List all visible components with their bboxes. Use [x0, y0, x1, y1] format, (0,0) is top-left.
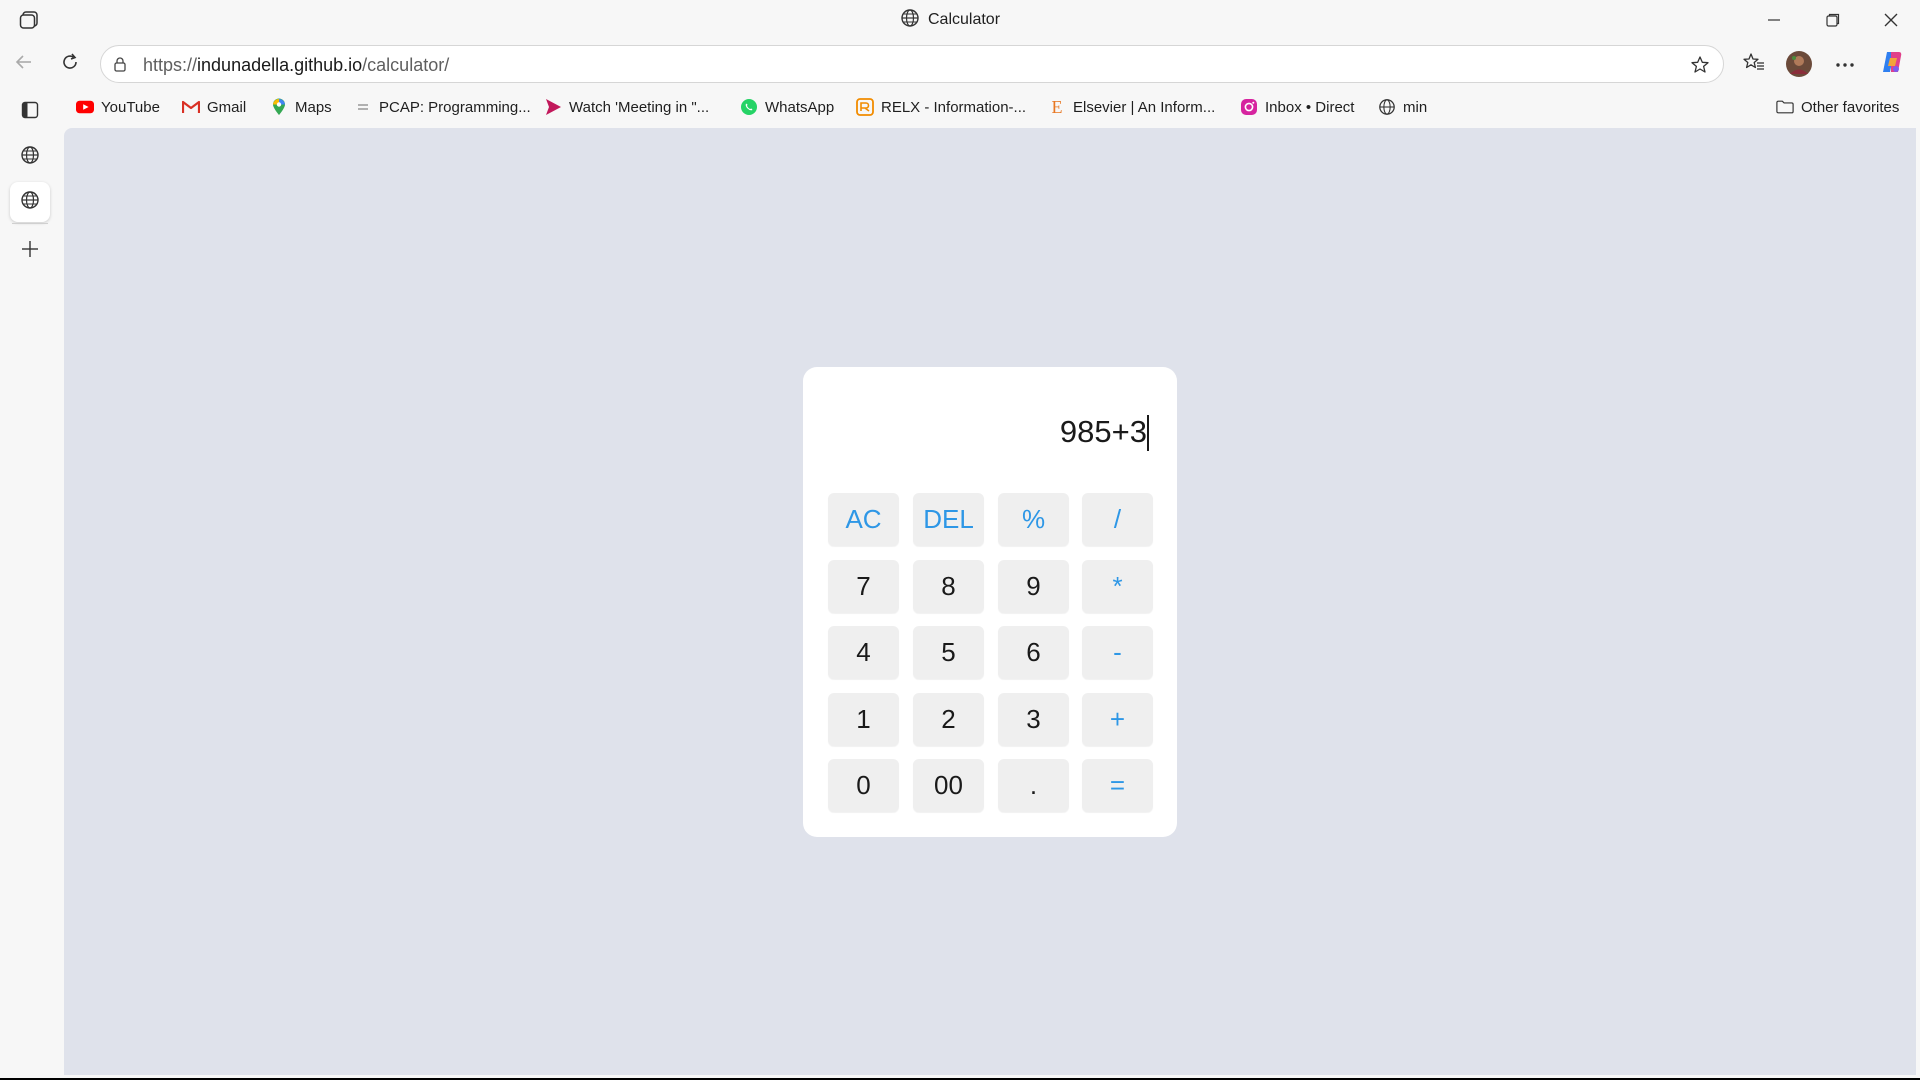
- watch-icon: [544, 98, 562, 116]
- url-domain: indunadella.github.io: [197, 55, 363, 75]
- url-prefix: https://: [143, 55, 198, 75]
- key-add[interactable]: +: [1082, 693, 1153, 746]
- refresh-button[interactable]: [54, 48, 86, 80]
- key-8[interactable]: 8: [913, 560, 984, 613]
- key-double-zero[interactable]: 00: [913, 759, 984, 812]
- title-bar: Calculator: [0, 0, 1920, 40]
- back-button[interactable]: [8, 48, 40, 80]
- whatsapp-icon: [740, 98, 758, 116]
- key-divide[interactable]: /: [1082, 493, 1153, 546]
- favorite-gmail[interactable]: Gmail: [182, 95, 246, 119]
- favorite-pcap[interactable]: PCAP: Programming...: [354, 95, 531, 119]
- favorite-min[interactable]: min: [1378, 95, 1427, 119]
- favorite-label: YouTube: [101, 98, 160, 116]
- window-title-text: Calculator: [928, 11, 1001, 28]
- favorite-label: Watch 'Meeting in "...: [569, 98, 710, 116]
- other-favorites-folder[interactable]: Other favorites: [1776, 95, 1899, 119]
- key-percent[interactable]: %: [998, 493, 1069, 546]
- favorite-maps[interactable]: Maps: [270, 95, 332, 119]
- favorite-youtube[interactable]: YouTube: [76, 95, 160, 119]
- key-5[interactable]: 5: [913, 626, 984, 679]
- key-6[interactable]: 6: [998, 626, 1069, 679]
- tab-actions-icon: [21, 101, 39, 124]
- calculator-card: 985+3 AC DEL % / 7 8 9 * 4 5 6 - 1 2 3 +…: [803, 367, 1177, 837]
- favorite-watch[interactable]: Watch 'Meeting in "...: [544, 95, 709, 119]
- globe-icon: [900, 8, 920, 33]
- sidebar-tab-calculator[interactable]: [10, 182, 50, 222]
- minimize-button[interactable]: [1745, 0, 1803, 40]
- other-favorites-label: Other favorites: [1801, 98, 1900, 116]
- display-value: 985+3: [1059, 414, 1147, 449]
- toolbar: https://indunadella.github.io/calculator…: [0, 44, 1920, 84]
- globe-icon: [1378, 98, 1396, 116]
- key-multiply[interactable]: *: [1082, 560, 1153, 613]
- favorite-label: PCAP: Programming...: [379, 98, 531, 116]
- favorite-elsevier[interactable]: E Elsevier | An Inform...: [1048, 95, 1216, 119]
- key-subtract[interactable]: -: [1082, 626, 1153, 679]
- page-viewport: 985+3 AC DEL % / 7 8 9 * 4 5 6 - 1 2 3 +…: [64, 128, 1916, 1075]
- key-7[interactable]: 7: [828, 560, 899, 613]
- key-all-clear[interactable]: AC: [828, 493, 899, 546]
- maps-icon: [270, 98, 288, 116]
- close-button[interactable]: [1862, 0, 1920, 40]
- sidebar-divider: [12, 223, 48, 224]
- workspaces-icon[interactable]: [18, 9, 42, 31]
- browser-window: Calculator https://indunadella.github.io…: [0, 0, 1920, 1078]
- address-bar[interactable]: https://indunadella.github.io/calculator…: [100, 45, 1724, 83]
- lock-icon[interactable]: [111, 55, 129, 73]
- key-decimal[interactable]: .: [998, 759, 1069, 812]
- key-9[interactable]: 9: [998, 560, 1069, 613]
- new-tab-button[interactable]: [10, 231, 50, 271]
- globe-icon: [20, 190, 40, 215]
- profile-avatar[interactable]: [1783, 48, 1815, 80]
- favorites-button[interactable]: [1738, 48, 1770, 80]
- more-options-button[interactable]: [1829, 48, 1861, 80]
- refresh-icon: [60, 52, 80, 77]
- elsevier-icon: E: [1051, 96, 1063, 117]
- url-text[interactable]: https://indunadella.github.io/calculator…: [143, 55, 449, 76]
- copilot-icon: [1879, 49, 1905, 80]
- add-favorite-star-icon[interactable]: [1689, 54, 1711, 76]
- key-2[interactable]: 2: [913, 693, 984, 746]
- copilot-button[interactable]: [1876, 48, 1908, 80]
- plus-icon: [21, 240, 39, 263]
- youtube-icon: [76, 98, 94, 116]
- sidebar-tab-globe[interactable]: [10, 137, 50, 177]
- key-equals[interactable]: =: [1082, 759, 1153, 812]
- favorite-whatsapp[interactable]: WhatsApp: [740, 95, 834, 119]
- favorite-label: Gmail: [207, 98, 247, 116]
- favorites-star-list-icon: [1743, 52, 1765, 77]
- globe-icon: [20, 145, 40, 170]
- key-0[interactable]: 0: [828, 759, 899, 812]
- arrow-left-icon: [14, 52, 34, 77]
- ellipsis-icon: [1835, 55, 1855, 73]
- key-3[interactable]: 3: [998, 693, 1069, 746]
- favorite-instagram-inbox[interactable]: Inbox • Direct: [1240, 95, 1354, 119]
- calculator-display[interactable]: 985+3: [823, 407, 1157, 457]
- url-path: /calculator/: [362, 55, 450, 75]
- folder-icon: [1776, 98, 1794, 116]
- favorite-label: Inbox • Direct: [1265, 98, 1355, 116]
- favorite-label: min: [1403, 98, 1428, 116]
- key-4[interactable]: 4: [828, 626, 899, 679]
- favorite-label: WhatsApp: [765, 98, 835, 116]
- key-delete[interactable]: DEL: [913, 493, 984, 546]
- favorite-relx[interactable]: RELX - Information-...: [856, 95, 1026, 119]
- favorites-bar: YouTube Gmail Maps PCAP: Programming... …: [64, 92, 1920, 122]
- vertical-tabs-sidebar: [0, 92, 62, 1078]
- window-title: Calculator: [900, 8, 1000, 32]
- text-caret: [1147, 415, 1149, 451]
- favorite-label: RELX - Information-...: [881, 98, 1027, 116]
- key-1[interactable]: 1: [828, 693, 899, 746]
- relx-icon: [856, 98, 874, 116]
- restore-button[interactable]: [1804, 0, 1862, 40]
- favorite-label: Maps: [295, 98, 332, 116]
- favorite-label: Elsevier | An Inform...: [1073, 98, 1216, 116]
- instagram-icon: [1240, 98, 1258, 116]
- pcap-icon: [354, 98, 372, 116]
- gmail-icon: [182, 98, 200, 116]
- tab-actions-button[interactable]: [10, 92, 50, 132]
